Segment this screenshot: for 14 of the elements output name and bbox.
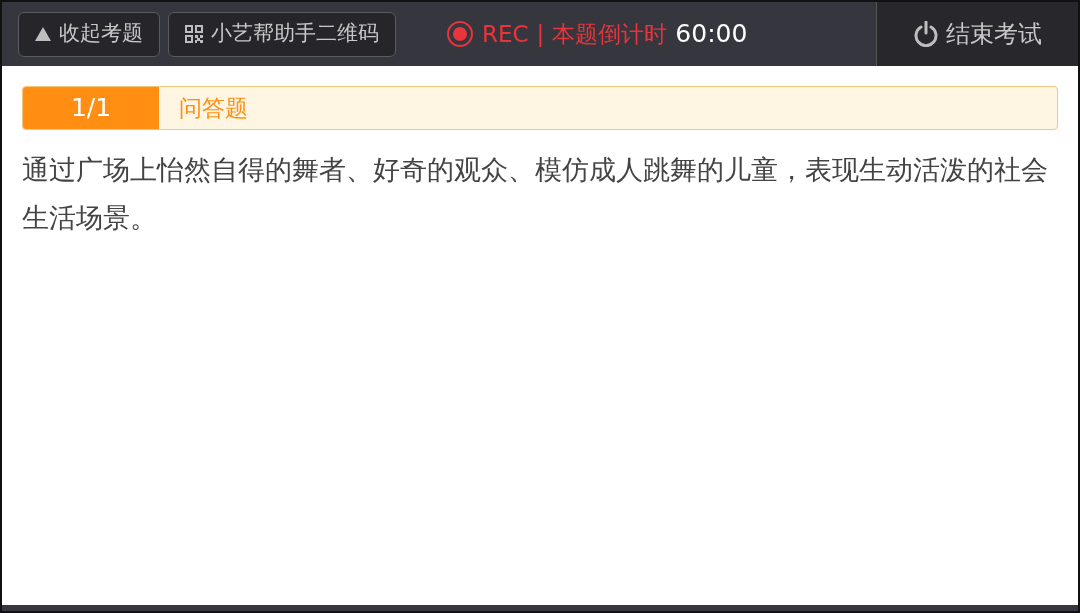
question-text: 通过广场上怡然自得的舞者、好奇的观众、模仿成人跳舞的儿童，表现生动活泼的社会生活场景。	[22, 153, 1049, 235]
record-icon	[446, 20, 474, 48]
question-number: 1/1	[23, 87, 159, 129]
qr-code-button[interactable]: 小艺帮助手二维码	[168, 11, 396, 57]
collapse-button[interactable]: 收起考题	[18, 11, 160, 57]
question-type: 问答题	[178, 93, 248, 123]
qr-code-icon	[185, 25, 203, 43]
countdown-timer: 60:00	[675, 18, 748, 51]
triangle-icon	[35, 27, 51, 41]
separator: |	[536, 19, 545, 49]
power-icon	[913, 21, 938, 47]
end-exam-button[interactable]: 结束考试	[876, 2, 1078, 66]
countdown-label: 本题倒计时	[552, 19, 668, 49]
rec-label: REC	[482, 19, 529, 49]
